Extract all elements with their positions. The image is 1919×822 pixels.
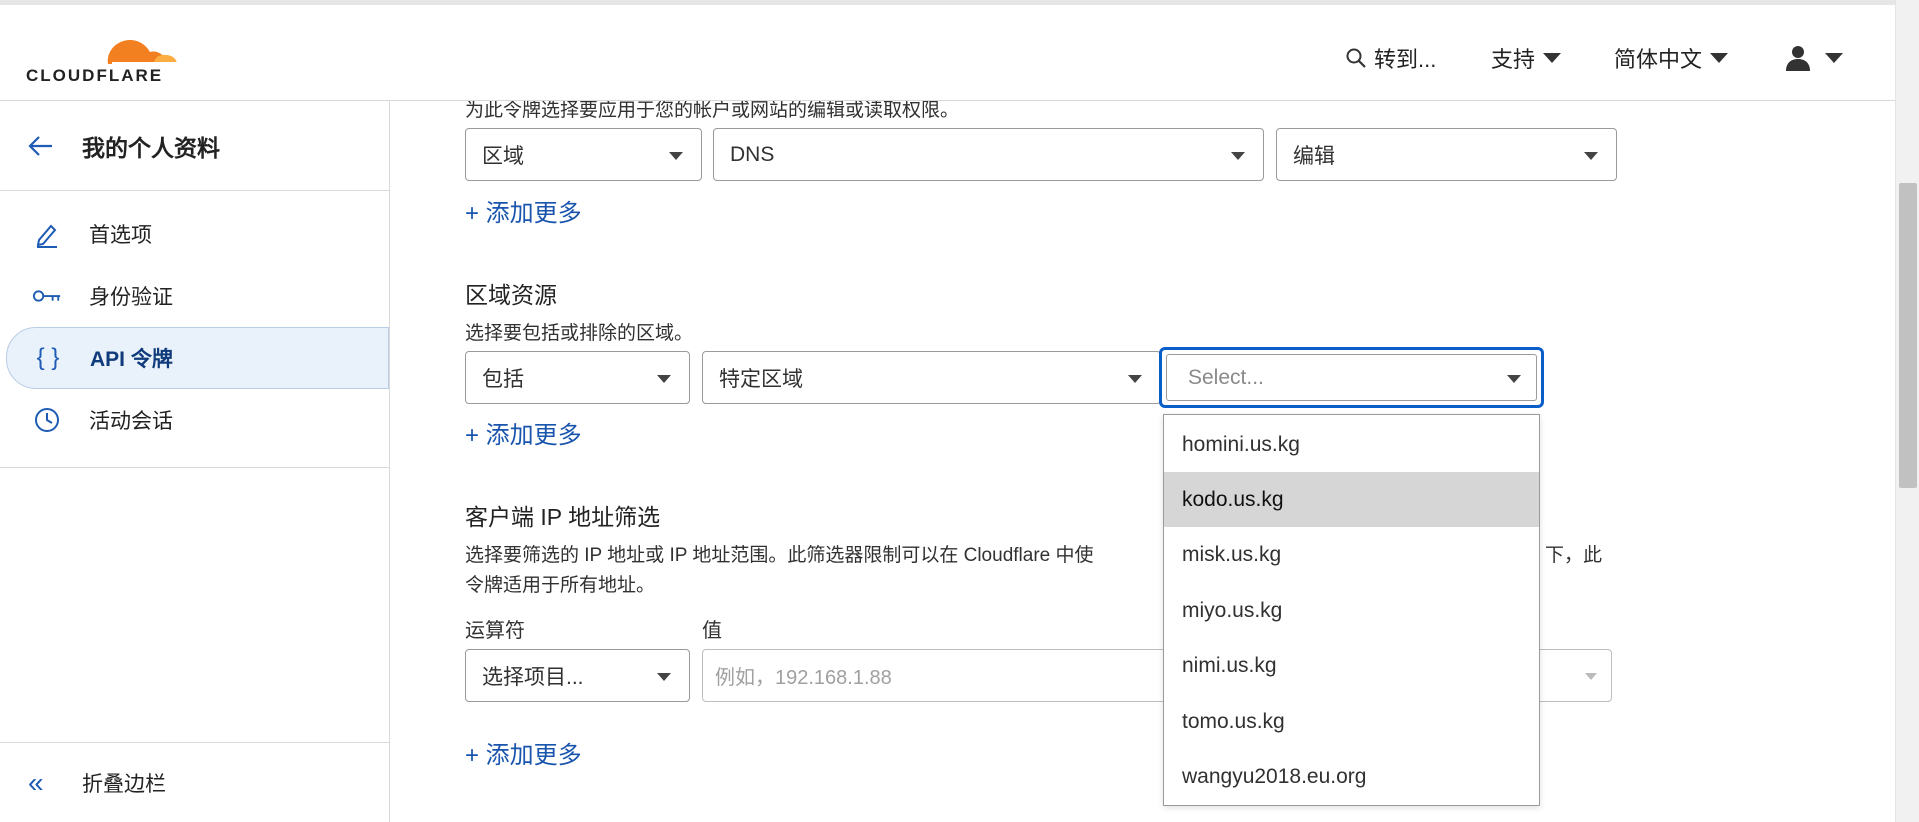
select-value: 选择项目... <box>482 665 584 689</box>
zone-include-select[interactable]: 包括 <box>465 351 690 404</box>
permissions-description: 为此令牌选择要应用于您的帐户或网站的编辑或读取权限。 <box>465 101 960 121</box>
add-more-zones-link[interactable]: + 添加更多 <box>465 415 582 450</box>
search-button[interactable]: 转到... <box>1344 38 1436 78</box>
ip-filter-description-line2: 令牌适用于所有地址。 <box>465 575 656 596</box>
zone-option-highlighted[interactable]: kodo.us.kg <box>1164 472 1539 527</box>
search-icon <box>1346 48 1366 68</box>
zone-option[interactable]: homini.us.kg <box>1164 417 1539 472</box>
zone-option[interactable]: miyo.us.kg <box>1164 583 1539 638</box>
select-value: 特定区域 <box>719 367 803 391</box>
zone-option[interactable]: nimi.us.kg <box>1164 638 1539 693</box>
chevron-down-icon <box>1825 53 1843 63</box>
chevron-down-icon <box>657 375 671 383</box>
pencil-icon <box>32 219 62 249</box>
sidebar-divider <box>0 467 389 468</box>
support-menu[interactable]: 支持 <box>1491 38 1562 78</box>
zone-option[interactable]: tomo.us.kg <box>1164 694 1539 749</box>
zone-option[interactable]: wangyu2018.eu.org <box>1164 749 1539 804</box>
operator-label: 运算符 <box>465 620 525 642</box>
select-value: DNS <box>730 142 775 166</box>
zone-option[interactable]: misk.us.kg <box>1164 527 1539 582</box>
search-label: 转到... <box>1374 47 1437 72</box>
chevron-down-icon <box>1543 53 1562 63</box>
sidebar: 我的个人资料 首选项 身份验证 { } API 令牌 活动会话 « 折叠边栏 <box>0 101 390 822</box>
sidebar-item-label: API 令牌 <box>90 348 173 371</box>
language-label: 简体中文 <box>1614 47 1703 72</box>
ip-filter-heading: 客户端 IP 地址筛选 <box>465 504 661 530</box>
cloudflare-logo[interactable]: CLOUDFLARE <box>26 22 186 86</box>
chevron-down-icon <box>1585 673 1597 680</box>
collapse-sidebar-label: 折叠边栏 <box>82 772 166 796</box>
zone-resources-heading: 区域资源 <box>465 282 557 308</box>
user-icon <box>1786 46 1810 71</box>
clock-icon <box>32 405 62 435</box>
value-label: 值 <box>702 620 722 642</box>
ip-operator-select[interactable]: 选择项目... <box>465 649 690 702</box>
add-more-permissions-link[interactable]: + 添加更多 <box>465 193 582 228</box>
zone-type-select[interactable]: 特定区域 <box>702 351 1161 404</box>
select-value: 区域 <box>482 144 524 168</box>
zone-select[interactable]: Select... <box>1159 347 1544 408</box>
top-bar: CLOUDFLARE 转到... 支持 简体中文 <box>0 0 1895 101</box>
sidebar-item-api-tokens[interactable]: { } API 令牌 <box>6 327 389 389</box>
chevron-down-icon <box>669 152 683 160</box>
zone-resources-description: 选择要包括或排除的区域。 <box>465 323 694 344</box>
chevron-down-icon <box>1584 152 1598 160</box>
sidebar-item-active-sessions[interactable]: 活动会话 <box>0 389 389 451</box>
key-icon <box>32 281 62 311</box>
scrollbar-thumb[interactable] <box>1899 183 1917 488</box>
back-arrow-icon[interactable] <box>26 131 56 161</box>
ip-filter-description-end: 下，此 <box>1545 545 1603 566</box>
add-more-ip-link[interactable]: + 添加更多 <box>465 735 582 770</box>
select-value: 包括 <box>482 367 524 391</box>
user-menu[interactable] <box>1785 38 1843 78</box>
chevron-down-icon <box>1507 375 1521 383</box>
permission-resource-select[interactable]: DNS <box>713 128 1264 181</box>
main-content: 为此令牌选择要应用于您的帐户或网站的编辑或读取权限。 区域 DNS 编辑 + 添… <box>391 101 1895 822</box>
ip-value-placeholder: 例如，192.168.1.88 <box>715 667 892 689</box>
permission-level-select[interactable]: 编辑 <box>1276 128 1617 181</box>
select-value: 编辑 <box>1293 144 1335 168</box>
chevron-down-icon <box>1231 152 1245 160</box>
sidebar-title: 我的个人资料 <box>82 134 220 161</box>
sidebar-item-label: 身份验证 <box>89 286 173 309</box>
sidebar-item-authentication[interactable]: 身份验证 <box>0 265 389 327</box>
logo-text: CLOUDFLARE <box>26 66 164 85</box>
zone-select-placeholder: Select... <box>1188 365 1264 389</box>
ip-filter-description-start: 选择要筛选的 IP 地址或 IP 地址范围。此筛选器限制可以在 Cloudfla… <box>465 545 1094 566</box>
sidebar-item-preferences[interactable]: 首选项 <box>0 203 389 265</box>
chevron-down-icon <box>657 673 671 681</box>
collapse-sidebar-button[interactable]: « 折叠边栏 <box>0 742 389 822</box>
sidebar-header: 我的个人资料 <box>0 101 389 191</box>
sidebar-item-label: 首选项 <box>89 224 152 247</box>
chevron-down-icon <box>1710 53 1729 63</box>
support-label: 支持 <box>1491 47 1536 72</box>
sidebar-item-label: 活动会话 <box>89 410 173 433</box>
permission-scope-select[interactable]: 区域 <box>465 128 702 181</box>
double-chevron-left-icon: « <box>28 766 44 798</box>
page-scrollbar[interactable] <box>1895 0 1919 822</box>
braces-icon: { } <box>36 344 60 371</box>
language-menu[interactable]: 简体中文 <box>1614 38 1729 78</box>
chevron-down-icon <box>1128 375 1142 383</box>
zone-dropdown-menu: homini.us.kg kodo.us.kg misk.us.kg miyo.… <box>1163 414 1540 806</box>
